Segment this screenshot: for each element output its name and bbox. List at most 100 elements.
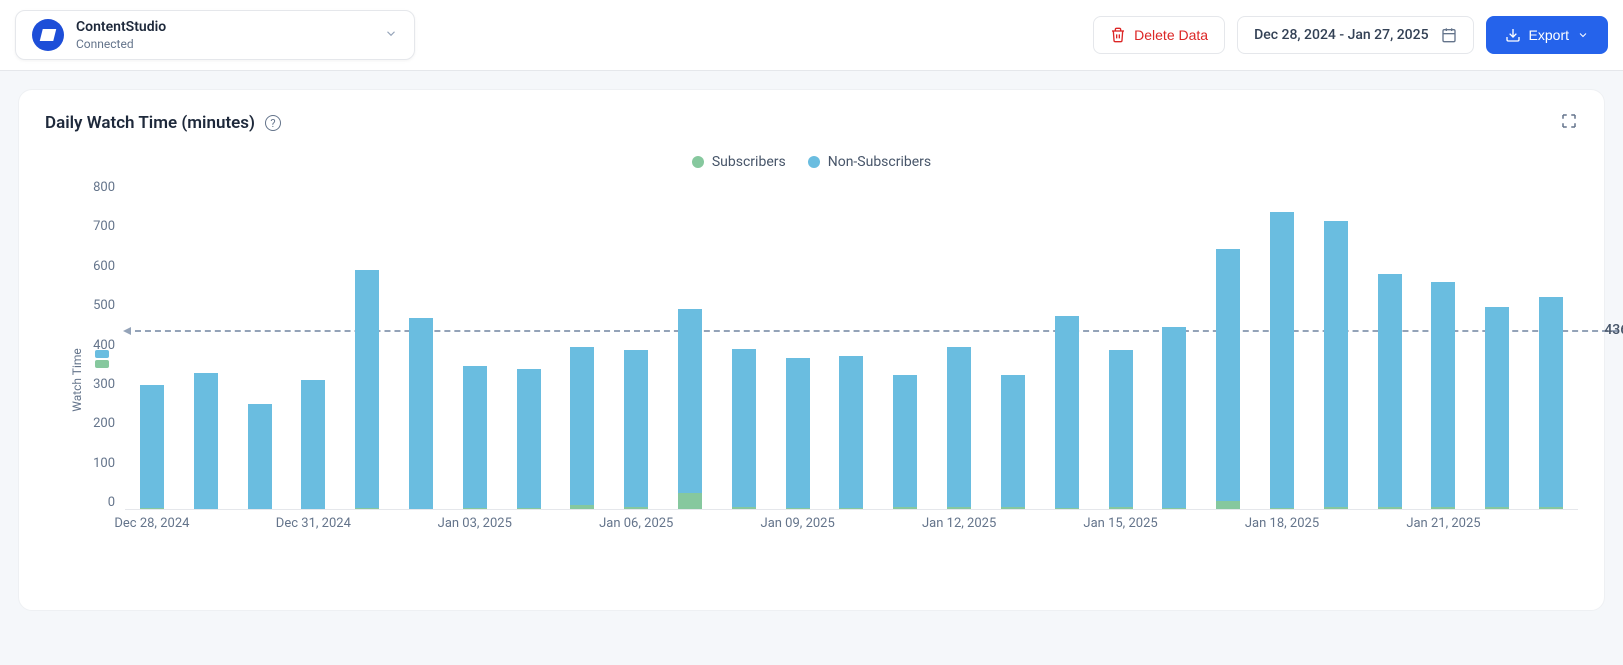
bar-subscribers [732, 507, 756, 509]
legend-dot-subscribers [692, 156, 704, 168]
bar-group[interactable] [717, 349, 771, 509]
bar-group[interactable] [771, 358, 825, 509]
bars-area: 436.96 [125, 180, 1578, 510]
bar-nonsubscribers [839, 356, 863, 508]
bar-nonsubscribers [1001, 375, 1025, 507]
bar-group[interactable] [1094, 350, 1148, 509]
bar-nonsubscribers [248, 404, 272, 509]
plot-area: 436.96 Dec 28, 2024Dec 31, 2024Jan 03, 2… [125, 180, 1578, 540]
y-tick: 600 [93, 259, 115, 274]
bar-group[interactable] [1147, 327, 1201, 509]
bar-nonsubscribers [1055, 316, 1079, 509]
expand-icon[interactable] [1560, 112, 1578, 134]
y-tick: 300 [93, 377, 115, 392]
y-tick: 200 [93, 416, 115, 431]
y-tick: 800 [93, 180, 115, 195]
bar-group[interactable] [986, 375, 1040, 509]
bar-subscribers [1055, 508, 1079, 509]
bar-group[interactable] [1309, 221, 1363, 509]
bar-group[interactable] [825, 356, 879, 509]
header-actions: Delete Data Dec 28, 2024 - Jan 27, 2025 … [1093, 16, 1608, 54]
y-tick: 100 [93, 456, 115, 471]
header-bar: ContentStudio Connected Delete Data Dec … [0, 0, 1623, 71]
bar-group[interactable] [878, 375, 932, 509]
bar-subscribers [570, 505, 594, 509]
bar-nonsubscribers [947, 347, 971, 507]
x-tick: Dec 28, 2024 [114, 516, 189, 531]
bar-nonsubscribers [1324, 221, 1348, 507]
bar-group[interactable] [125, 385, 179, 509]
bar-group[interactable] [932, 347, 986, 509]
bar-subscribers [1485, 507, 1509, 509]
legend-item-subscribers[interactable]: Subscribers [692, 154, 786, 170]
bar-group[interactable] [1201, 249, 1255, 509]
bar-group[interactable] [394, 318, 448, 509]
card-title: Daily Watch Time (minutes) [45, 113, 255, 133]
chart-legend: Subscribers Non-Subscribers [45, 154, 1578, 170]
chart-wrap: Watch Time 8007006005004003002001000 436… [45, 180, 1578, 580]
bar-subscribers [355, 508, 379, 509]
bar-subscribers [1109, 507, 1133, 509]
bar-subscribers [1431, 507, 1455, 509]
legend-label-subscribers: Subscribers [712, 154, 786, 170]
bar-group[interactable] [1417, 282, 1471, 509]
y-tick: 500 [93, 298, 115, 313]
bar-nonsubscribers [1216, 249, 1240, 501]
bar-group[interactable] [663, 309, 717, 509]
date-range-picker[interactable]: Dec 28, 2024 - Jan 27, 2025 [1237, 16, 1473, 54]
bar-nonsubscribers [1378, 274, 1402, 507]
average-label: 436.96 [1604, 322, 1623, 338]
x-tick: Jan 03, 2025 [438, 516, 512, 531]
bar-group[interactable] [1255, 212, 1309, 509]
trash-icon [1110, 27, 1126, 43]
bar-subscribers [1270, 508, 1294, 509]
content-wrap: Daily Watch Time (minutes) ? Subscribers… [0, 71, 1623, 629]
bar-subscribers [1378, 507, 1402, 509]
bar-group[interactable] [556, 347, 610, 509]
account-name: ContentStudio [76, 19, 166, 35]
bar-subscribers [1324, 507, 1348, 509]
account-selector[interactable]: ContentStudio Connected [15, 10, 415, 60]
legend-item-nonsubscribers[interactable]: Non-Subscribers [808, 154, 931, 170]
chart-card: Daily Watch Time (minutes) ? Subscribers… [18, 89, 1605, 611]
bar-nonsubscribers [517, 369, 541, 508]
bar-subscribers [624, 507, 648, 509]
card-header: Daily Watch Time (minutes) ? [45, 112, 1578, 134]
x-tick: Jan 18, 2025 [1245, 516, 1319, 531]
export-label: Export [1529, 27, 1569, 43]
bar-group[interactable] [286, 380, 340, 509]
bar-nonsubscribers [463, 366, 487, 508]
download-icon [1505, 27, 1521, 43]
bar-nonsubscribers [140, 385, 164, 508]
bar-group[interactable] [179, 373, 233, 509]
bar-nonsubscribers [409, 318, 433, 509]
bar-nonsubscribers [1270, 212, 1294, 508]
delete-data-button[interactable]: Delete Data [1093, 16, 1225, 54]
bar-group[interactable] [1470, 307, 1524, 509]
card-title-group: Daily Watch Time (minutes) ? [45, 113, 281, 133]
y-tick: 0 [108, 495, 115, 510]
bar-nonsubscribers [1431, 282, 1455, 507]
export-button[interactable]: Export [1486, 16, 1608, 54]
bar-group[interactable] [340, 270, 394, 509]
bar-group[interactable] [233, 404, 287, 509]
bar-nonsubscribers [893, 375, 917, 507]
calendar-icon [1441, 27, 1457, 43]
legend-dot-nonsubscribers [808, 156, 820, 168]
bar-group[interactable] [609, 350, 663, 509]
bar-group[interactable] [1040, 316, 1094, 509]
brand-icon [32, 19, 64, 51]
info-icon[interactable]: ? [265, 115, 281, 131]
bar-group[interactable] [1363, 274, 1417, 509]
account-status: Connected [76, 37, 166, 51]
bar-subscribers [947, 507, 971, 509]
account-info: ContentStudio Connected [76, 19, 166, 51]
delete-label: Delete Data [1134, 27, 1208, 43]
bar-group[interactable] [502, 369, 556, 509]
bar-nonsubscribers [678, 309, 702, 493]
bar-subscribers [893, 507, 917, 509]
bar-group[interactable] [1524, 297, 1578, 509]
bar-group[interactable] [448, 366, 502, 509]
bar-subscribers [140, 508, 164, 509]
bar-subscribers [1162, 508, 1186, 509]
